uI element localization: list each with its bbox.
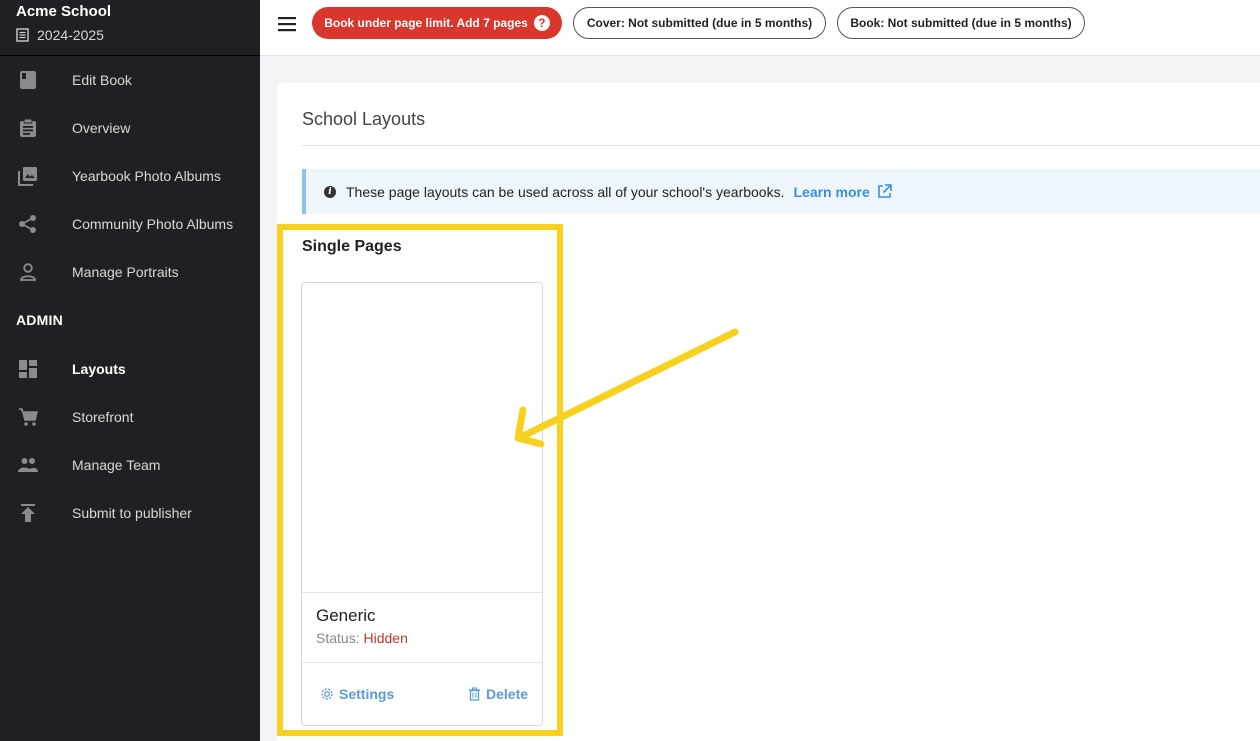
book-list-icon [16,28,29,42]
help-icon[interactable]: ? [533,15,550,31]
sidebar-item-label: Submit to publisher [72,505,192,521]
sidebar-item-label: Yearbook Photo Albums [72,168,221,184]
layout-card-generic[interactable]: Generic Status: Hidden Settings Delete [301,282,543,726]
gear-icon [321,688,333,700]
sidebar-item-yearbook-photo-albums[interactable]: Yearbook Photo Albums [0,152,260,200]
page-title: School Layouts [302,109,426,129]
layout-card-divider [302,662,542,663]
school-year: 2024-2025 [16,27,244,43]
dashboard-icon [19,360,37,378]
trash-icon [469,687,480,701]
learn-more-label: Learn more [793,183,870,200]
sidebar-item-edit-book[interactable]: Edit Book [0,56,260,104]
top-bar: Book under page limit. Add 7 pages ? Cov… [260,0,1260,56]
photo-library-icon [18,167,37,186]
page-limit-alert-text: Book under page limit. Add 7 pages [324,16,528,30]
sidebar: Acme School 2024-2025 Edit Book Overview… [0,0,260,741]
cart-icon [19,408,38,426]
settings-button[interactable]: Settings [320,686,394,702]
book-icon [20,71,36,89]
sidebar-item-label: Layouts [72,361,126,377]
learn-more-link[interactable]: Learn more [793,183,892,200]
info-text: These page layouts can be used across al… [346,183,785,200]
hamburger-menu-icon[interactable] [276,13,298,35]
layout-status: Status: Hidden [316,630,408,646]
delete-button[interactable]: Delete [468,686,528,702]
admin-section-title: ADMIN [16,312,63,328]
layout-name: Generic [316,606,376,625]
sidebar-item-layouts[interactable]: Layouts [0,345,260,393]
school-header[interactable]: Acme School 2024-2025 [0,0,260,56]
share-icon [19,215,36,233]
layout-preview[interactable] [302,283,542,593]
info-banner: i These page layouts can be used across … [302,169,1260,214]
cover-status-badge[interactable]: Cover: Not submitted (due in 5 months) [573,7,826,39]
sidebar-item-overview[interactable]: Overview [0,104,260,152]
upload-icon [21,504,35,522]
status-value: Hidden [363,630,408,646]
sidebar-item-manage-portraits[interactable]: Manage Portraits [0,248,260,296]
delete-label: Delete [486,686,529,702]
sidebar-item-label: Overview [72,120,131,136]
sidebar-item-label: Manage Portraits [72,264,179,280]
sidebar-item-community-photo-albums[interactable]: Community Photo Albums [0,200,260,248]
clipboard-icon [20,118,36,137]
status-label: Status: [316,630,360,646]
sidebar-item-label: Community Photo Albums [72,216,234,232]
school-name: Acme School [16,3,112,20]
settings-label: Settings [339,686,395,702]
people-icon [18,458,38,472]
single-pages-heading: Single Pages [302,238,402,255]
book-status-badge[interactable]: Book: Not submitted (due in 5 months) [837,7,1085,39]
main-card: School Layouts i These page layouts can … [277,83,1260,741]
sidebar-item-label: Manage Team [72,457,161,473]
person-icon [20,263,36,281]
page-limit-alert-badge[interactable]: Book under page limit. Add 7 pages ? [312,7,562,39]
title-divider [302,145,1260,146]
sidebar-item-storefront[interactable]: Storefront [0,393,260,441]
school-year-text: 2024-2025 [37,27,104,43]
sidebar-item-manage-team[interactable]: Manage Team [0,441,260,489]
sidebar-item-submit-to-publisher[interactable]: Submit to publisher [0,489,260,537]
sidebar-item-label: Edit Book [72,72,132,88]
info-icon: i [324,185,336,198]
sidebar-item-label: Storefront [72,409,134,425]
external-link-icon [877,184,892,198]
